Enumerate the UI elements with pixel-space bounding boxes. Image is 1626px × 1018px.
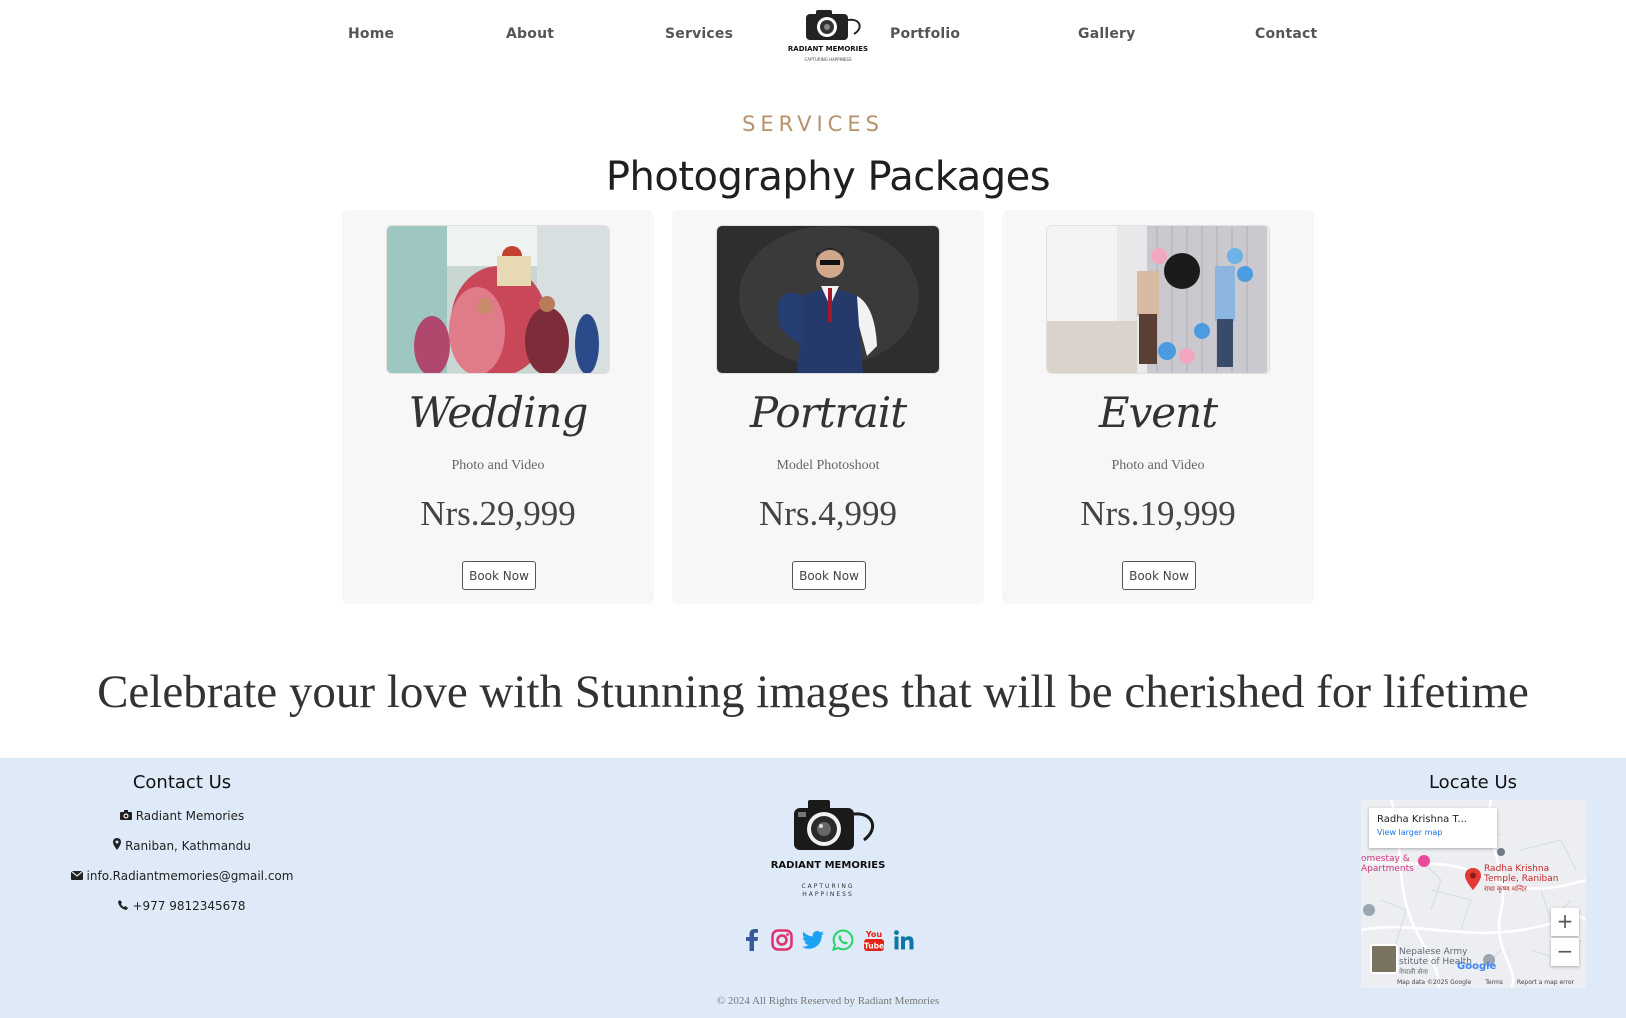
google-logo: Google <box>1457 961 1497 972</box>
card-subtitle: Model Photoshoot <box>776 458 880 473</box>
view-larger-map-link[interactable]: View larger map <box>1377 828 1489 837</box>
contact-heading: Contact Us <box>132 772 232 793</box>
wedding-image <box>386 225 610 374</box>
youtube-icon[interactable]: You Tube <box>862 928 886 952</box>
nav-services[interactable]: Services <box>665 26 733 42</box>
nav-gallery[interactable]: Gallery <box>1078 26 1135 42</box>
card-title: Portrait <box>749 388 907 437</box>
envelope-icon <box>70 861 83 891</box>
contact-name: Radiant Memories <box>50 801 314 831</box>
nav-logo-tagline: CAPTURING HAPPINESS <box>805 57 852 62</box>
package-card-wedding: Wedding Photo and Video Nrs.29,999 Book … <box>342 210 654 604</box>
map-footer: Map data ©2025 Google Terms Report a map… <box>1397 979 1586 986</box>
tagline: Celebrate your love with Stunning images… <box>97 666 1529 718</box>
map-terms-link[interactable]: Terms <box>1485 979 1503 986</box>
map-pin-label: Radha Krishna Temple, Raniban राधा कृष्ण… <box>1484 864 1558 894</box>
svg-text:You: You <box>864 930 882 939</box>
package-card-event: Event Photo and Video Nrs.19,999 Book No… <box>1002 210 1314 604</box>
package-card-portrait: Portrait Model Photoshoot Nrs.4,999 Book… <box>672 210 984 604</box>
nav-home[interactable]: Home <box>348 26 394 42</box>
map-poi-army-line-1: Nepalese Army <box>1399 947 1468 957</box>
nav-contact[interactable]: Contact <box>1255 26 1317 42</box>
nav-portfolio[interactable]: Portfolio <box>890 26 960 42</box>
contact-address: Raniban, Kathmandu <box>50 831 314 861</box>
card-price: Nrs.29,999 <box>420 494 576 533</box>
footer: Contact Us Radiant Memories Raniban, Kat… <box>0 758 1626 1018</box>
nav-about[interactable]: About <box>506 26 554 42</box>
camera-icon <box>119 801 132 831</box>
locate-heading: Locate Us <box>1428 772 1518 793</box>
contact-phone-text[interactable]: +977 9812345678 <box>132 899 245 913</box>
portrait-image <box>716 225 940 374</box>
copyright-text: © 2024 All Rights Reserved by Radiant Me… <box>716 995 940 1007</box>
linkedin-icon[interactable] <box>892 928 916 952</box>
map-poi-homestay-line-2: Apartments <box>1361 864 1414 874</box>
map-data-credit: Map data ©2025 Google <box>1397 979 1472 986</box>
card-price: Nrs.4,999 <box>758 494 898 533</box>
map-marker-icon <box>113 831 122 861</box>
card-title: Event <box>1098 388 1218 437</box>
map-pin-label-line-2: Temple, Raniban <box>1484 874 1559 884</box>
contact-name-text: Radiant Memories <box>135 809 245 823</box>
contact-phone[interactable]: +977 9812345678 <box>50 891 314 921</box>
map-zoom-out-button[interactable]: − <box>1551 938 1579 966</box>
map-pin-label-line-1: Radha Krishna <box>1484 864 1550 874</box>
map-report-link[interactable]: Report a map error <box>1517 979 1574 986</box>
contact-email-text[interactable]: info.Radiantmemories@gmail.com <box>87 869 294 883</box>
event-image <box>1046 225 1270 374</box>
card-subtitle: Photo and Video <box>451 458 545 473</box>
map-zoom-in-button[interactable]: + <box>1551 908 1579 936</box>
locate-section: Locate Us <box>1360 772 1586 793</box>
social-links: You Tube <box>740 926 916 954</box>
section-eyebrow: SERVICES <box>742 112 884 136</box>
map-place-card: Radha Krishna T... View larger map <box>1369 808 1497 848</box>
map-poi-homestay: omestay & Apartments <box>1361 854 1414 874</box>
twitter-icon[interactable] <box>801 928 825 952</box>
instagram-icon[interactable] <box>770 928 794 952</box>
nav-logo[interactable]: RADIANT MEMORIES CAPTURING HAPPINESS <box>780 6 876 66</box>
card-price: Nrs.19,999 <box>1080 494 1236 533</box>
whatsapp-icon[interactable] <box>831 928 855 952</box>
footer-logo-tagline-2: HAPPINESS <box>802 891 854 898</box>
footer-logo: RADIANT MEMORIES CAPTURING HAPPINESS <box>764 796 892 906</box>
contact-address-text: Raniban, Kathmandu <box>125 839 251 853</box>
footer-logo-text: RADIANT MEMORIES <box>771 860 886 871</box>
nav-logo-text: RADIANT MEMORIES <box>788 45 868 53</box>
page-title: Photography Packages <box>605 154 1051 200</box>
map-poi-homestay-line-1: omestay & <box>1361 854 1410 864</box>
facebook-icon[interactable] <box>740 928 764 952</box>
footer-logo-tagline-1: CAPTURING <box>801 883 854 890</box>
svg-text:Tube: Tube <box>864 942 884 951</box>
contact-section: Contact Us Radiant Memories Raniban, Kat… <box>50 772 314 921</box>
embedded-map[interactable]: Radha Krishna T... View larger map Radha… <box>1361 800 1586 988</box>
contact-email[interactable]: info.Radiantmemories@gmail.com <box>50 861 314 891</box>
book-now-button[interactable]: Book Now <box>792 561 866 590</box>
card-title: Wedding <box>408 388 589 437</box>
map-place-title: Radha Krishna T... <box>1377 814 1467 825</box>
map-pin-label-line-3: राधा कृष्ण मन्दिर <box>1484 885 1527 893</box>
book-now-button[interactable]: Book Now <box>462 561 536 590</box>
top-nav: Home About Services RADIANT MEMORIES CAP… <box>0 0 1626 74</box>
book-now-button[interactable]: Book Now <box>1122 561 1196 590</box>
card-subtitle: Photo and Video <box>1111 458 1205 473</box>
phone-icon <box>118 891 129 921</box>
